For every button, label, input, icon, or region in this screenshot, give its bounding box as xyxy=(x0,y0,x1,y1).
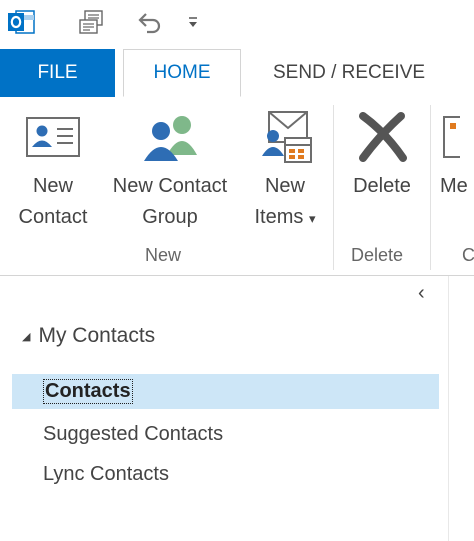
expand-triangle-icon[interactable]: ◢ xyxy=(22,330,30,343)
new-contact-group-label-line2: Group xyxy=(142,206,198,228)
new-contact-group-label-line1: New Contact xyxy=(112,175,228,197)
new-contact-label-line1: New xyxy=(32,175,73,197)
collapse-pane-icon[interactable]: ‹ xyxy=(418,282,425,305)
new-items-icon xyxy=(255,103,315,171)
new-contact-group-button[interactable]: New Contact Group xyxy=(100,103,240,233)
contact-card-icon xyxy=(25,103,81,171)
folder-pane: ‹ ◢ My Contacts Contacts Suggested Conta… xyxy=(0,276,448,541)
new-contact-button[interactable]: New Contact xyxy=(8,103,98,233)
folder-item-label: Suggested Contacts xyxy=(43,423,224,445)
group-label-new: New xyxy=(145,245,182,265)
group-separator xyxy=(430,105,431,270)
group-label-delete: Delete xyxy=(351,245,404,265)
partial-group-label: C xyxy=(462,245,474,265)
outlook-icon[interactable] xyxy=(4,4,38,40)
folder-item-label: Contacts xyxy=(43,379,133,404)
tab-file[interactable]: FILE xyxy=(0,49,115,97)
partial-ribbon-button[interactable]: Me xyxy=(440,103,474,202)
folder-item-label: Lync Contacts xyxy=(43,463,169,485)
delete-label: Delete xyxy=(353,175,411,197)
delete-button[interactable]: Delete xyxy=(340,103,424,202)
new-contact-label-line2: Contact xyxy=(18,206,88,228)
pane-splitter[interactable] xyxy=(448,276,474,541)
delete-x-icon xyxy=(357,103,407,171)
undo-icon[interactable] xyxy=(133,4,165,40)
folder-item-suggested-contacts[interactable]: Suggested Contacts xyxy=(12,417,439,452)
send-receive-all-icon[interactable] xyxy=(74,4,108,40)
folder-item-lync-contacts[interactable]: Lync Contacts xyxy=(12,457,439,492)
folder-item-contacts[interactable]: Contacts xyxy=(12,374,439,409)
folder-group-my-contacts[interactable]: ◢ My Contacts xyxy=(22,324,155,348)
tab-send-receive[interactable]: SEND / RECEIVE xyxy=(241,49,474,97)
group-separator xyxy=(333,105,334,270)
tab-home[interactable]: HOME xyxy=(123,49,241,97)
quick-access-toolbar xyxy=(0,0,474,46)
dropdown-arrow-icon: ▾ xyxy=(308,211,316,226)
new-items-label-line1: New xyxy=(264,175,305,197)
ribbon: New Contact New Contact Group New Items … xyxy=(0,97,474,276)
new-items-button[interactable]: New Items ▾ xyxy=(242,103,328,234)
customize-qat-icon[interactable] xyxy=(182,4,204,40)
ribbon-tab-row: FILE HOME SEND / RECEIVE xyxy=(0,49,474,98)
new-items-label-line2: Items ▾ xyxy=(255,202,316,234)
new-items-label: Items xyxy=(254,206,304,228)
partial-button-icon xyxy=(440,103,460,171)
folder-group-label: My Contacts xyxy=(38,324,156,347)
contact-group-icon xyxy=(139,103,201,171)
partial-button-label: Me xyxy=(440,175,468,197)
